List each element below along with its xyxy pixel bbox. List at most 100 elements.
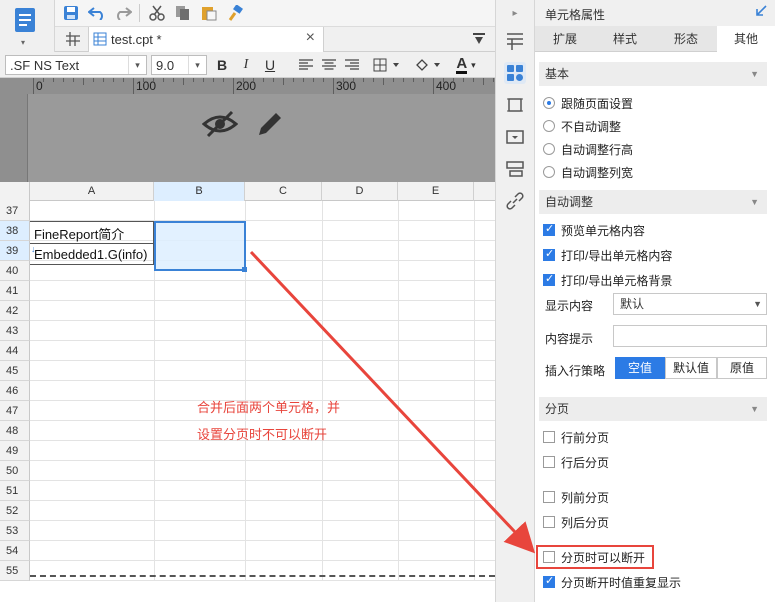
redo-icon[interactable]	[112, 2, 134, 24]
ruler-minor-tick	[363, 78, 364, 82]
tab-style[interactable]: 样式	[595, 26, 655, 52]
row-header-45[interactable]: 45	[0, 361, 30, 381]
grid-corner[interactable]	[0, 182, 30, 201]
italic-button[interactable]: I	[236, 55, 256, 75]
row-header-52[interactable]: 52	[0, 501, 30, 521]
collapse-arrow-icon[interactable]: ▸	[504, 2, 526, 24]
section-auto-adjust-header[interactable]: 自动调整 ▼	[539, 190, 767, 214]
row-header-47[interactable]: 47	[0, 401, 30, 421]
cell-a39[interactable]: Embedded1.G(info)	[31, 247, 153, 262]
cell-a38[interactable]: FineReport简介	[31, 224, 153, 243]
checkbox-repeat-on-break[interactable]: 分页断开时值重复显示	[543, 573, 681, 591]
row-header-42[interactable]: 42	[0, 301, 30, 321]
row-header-41[interactable]: 41	[0, 281, 30, 301]
row-header-37[interactable]: 37	[0, 201, 30, 221]
grid-row-line	[30, 360, 495, 361]
hyperlink-icon[interactable]	[504, 190, 526, 212]
column-header-e[interactable]: E	[398, 182, 474, 201]
checkbox-page-after-row[interactable]: 行后分页	[543, 453, 609, 471]
ruler-minor-tick	[493, 78, 494, 82]
row-header-55[interactable]: 55	[0, 561, 30, 581]
column-header-b[interactable]: B	[154, 182, 245, 201]
tab-menu-icon[interactable]	[473, 33, 485, 48]
align-left-icon[interactable]	[296, 55, 316, 75]
tab-other[interactable]: 其他	[717, 26, 775, 52]
insert-policy-default[interactable]: 默认值	[665, 357, 717, 379]
format-painter-icon[interactable]	[224, 2, 246, 24]
radio-auto-column-width[interactable]: 自动调整列宽	[543, 163, 633, 181]
checkbox-print-background[interactable]: 打印/导出单元格背景	[543, 271, 672, 289]
ruler-minor-tick	[423, 78, 424, 82]
widget-icon[interactable]	[504, 94, 526, 116]
content-hint-input[interactable]	[613, 325, 767, 347]
font-size-select[interactable]: 9.0 ▾	[151, 55, 207, 75]
row-header-38[interactable]: 38	[0, 221, 30, 241]
ruler-minor-tick	[143, 78, 144, 82]
copy-icon[interactable]	[172, 2, 194, 24]
checkbox-page-after-column[interactable]: 列后分页	[543, 513, 609, 531]
grid-layout-icon[interactable]	[65, 31, 81, 50]
checkbox-preview-content[interactable]: 预览单元格内容	[543, 221, 645, 239]
section-basic-label: 基本	[545, 67, 570, 81]
section-basic-header[interactable]: 基本 ▼	[539, 62, 767, 86]
save-icon[interactable]	[60, 2, 82, 24]
cell-attributes-icon[interactable]	[504, 62, 526, 84]
report-grid[interactable]: ABCDE 37 38 39 40 41 42 43 44 45 46 47 48 49 50 51 52 53…	[0, 182, 495, 602]
chevron-down-icon[interactable]: ▾	[21, 38, 25, 47]
row-header-51[interactable]: 51	[0, 481, 30, 501]
undock-arrow-icon[interactable]	[755, 5, 767, 20]
column-header-c[interactable]: C	[245, 182, 322, 201]
font-color-select[interactable]: A ▾	[450, 55, 482, 75]
file-tab[interactable]: test.cpt * ×	[88, 27, 324, 52]
row-header-54[interactable]: 54	[0, 541, 30, 561]
row-header-43[interactable]: 43	[0, 321, 30, 341]
insert-policy-original[interactable]: 原值	[717, 357, 767, 379]
row-header-39[interactable]: 39	[0, 241, 30, 261]
display-content-select[interactable]: 默认 ▼	[613, 293, 767, 315]
dashboard-icon[interactable]	[504, 158, 526, 180]
section-paging-header[interactable]: 分页 ▼	[539, 397, 767, 421]
checkbox-page-before-row[interactable]: 行前分页	[543, 428, 609, 446]
border-select[interactable]	[371, 55, 403, 75]
cell-element-icon[interactable]	[504, 31, 526, 53]
edit-pencil-icon[interactable]	[254, 108, 286, 143]
ruler-minor-tick	[253, 78, 254, 82]
close-icon[interactable]: ×	[306, 29, 315, 47]
bold-button[interactable]: B	[212, 55, 232, 75]
checkbox-print-content[interactable]: 打印/导出单元格内容	[543, 246, 672, 264]
annotation-line-1: 合并后面两个单元格，并	[197, 400, 341, 415]
row-header-46[interactable]: 46	[0, 381, 30, 401]
row-header-48[interactable]: 48	[0, 421, 30, 441]
radio-no-auto-adjust[interactable]: 不自动调整	[543, 117, 621, 135]
file-tab-bar: test.cpt * ×	[55, 26, 495, 52]
cut-icon[interactable]	[146, 2, 168, 24]
ruler-minor-tick	[373, 78, 374, 82]
condition-attributes-icon[interactable]	[504, 126, 526, 148]
hide-eye-icon[interactable]	[201, 108, 239, 143]
paste-icon[interactable]	[198, 2, 220, 24]
tab-expand[interactable]: 扩展	[535, 26, 595, 52]
radio-follow-page[interactable]: 跟随页面设置	[543, 94, 633, 112]
font-family-select[interactable]: .SF NS Text ▾	[5, 55, 147, 75]
underline-button[interactable]: U	[260, 55, 280, 75]
ruler-minor-tick	[203, 78, 204, 82]
row-header-40[interactable]: 40	[0, 261, 30, 281]
app-menu-icon[interactable]	[13, 6, 37, 36]
column-header-a[interactable]: A	[30, 182, 154, 201]
insert-policy-empty[interactable]: 空值	[615, 357, 665, 379]
cell-b38-selected[interactable]	[154, 221, 246, 271]
fill-handle[interactable]	[242, 267, 247, 272]
align-center-icon[interactable]	[319, 55, 339, 75]
row-header-49[interactable]: 49	[0, 441, 30, 461]
checkbox-page-before-column[interactable]: 列前分页	[543, 488, 609, 506]
row-header-53[interactable]: 53	[0, 521, 30, 541]
column-header-d[interactable]: D	[322, 182, 398, 201]
row-header-50[interactable]: 50	[0, 461, 30, 481]
cell-divider	[30, 243, 154, 244]
undo-icon[interactable]	[86, 2, 108, 24]
tab-form[interactable]: 形态	[655, 26, 717, 52]
radio-auto-row-height[interactable]: 自动调整行高	[543, 140, 633, 158]
fill-color-select[interactable]	[412, 55, 444, 75]
row-header-44[interactable]: 44	[0, 341, 30, 361]
align-right-icon[interactable]	[342, 55, 362, 75]
